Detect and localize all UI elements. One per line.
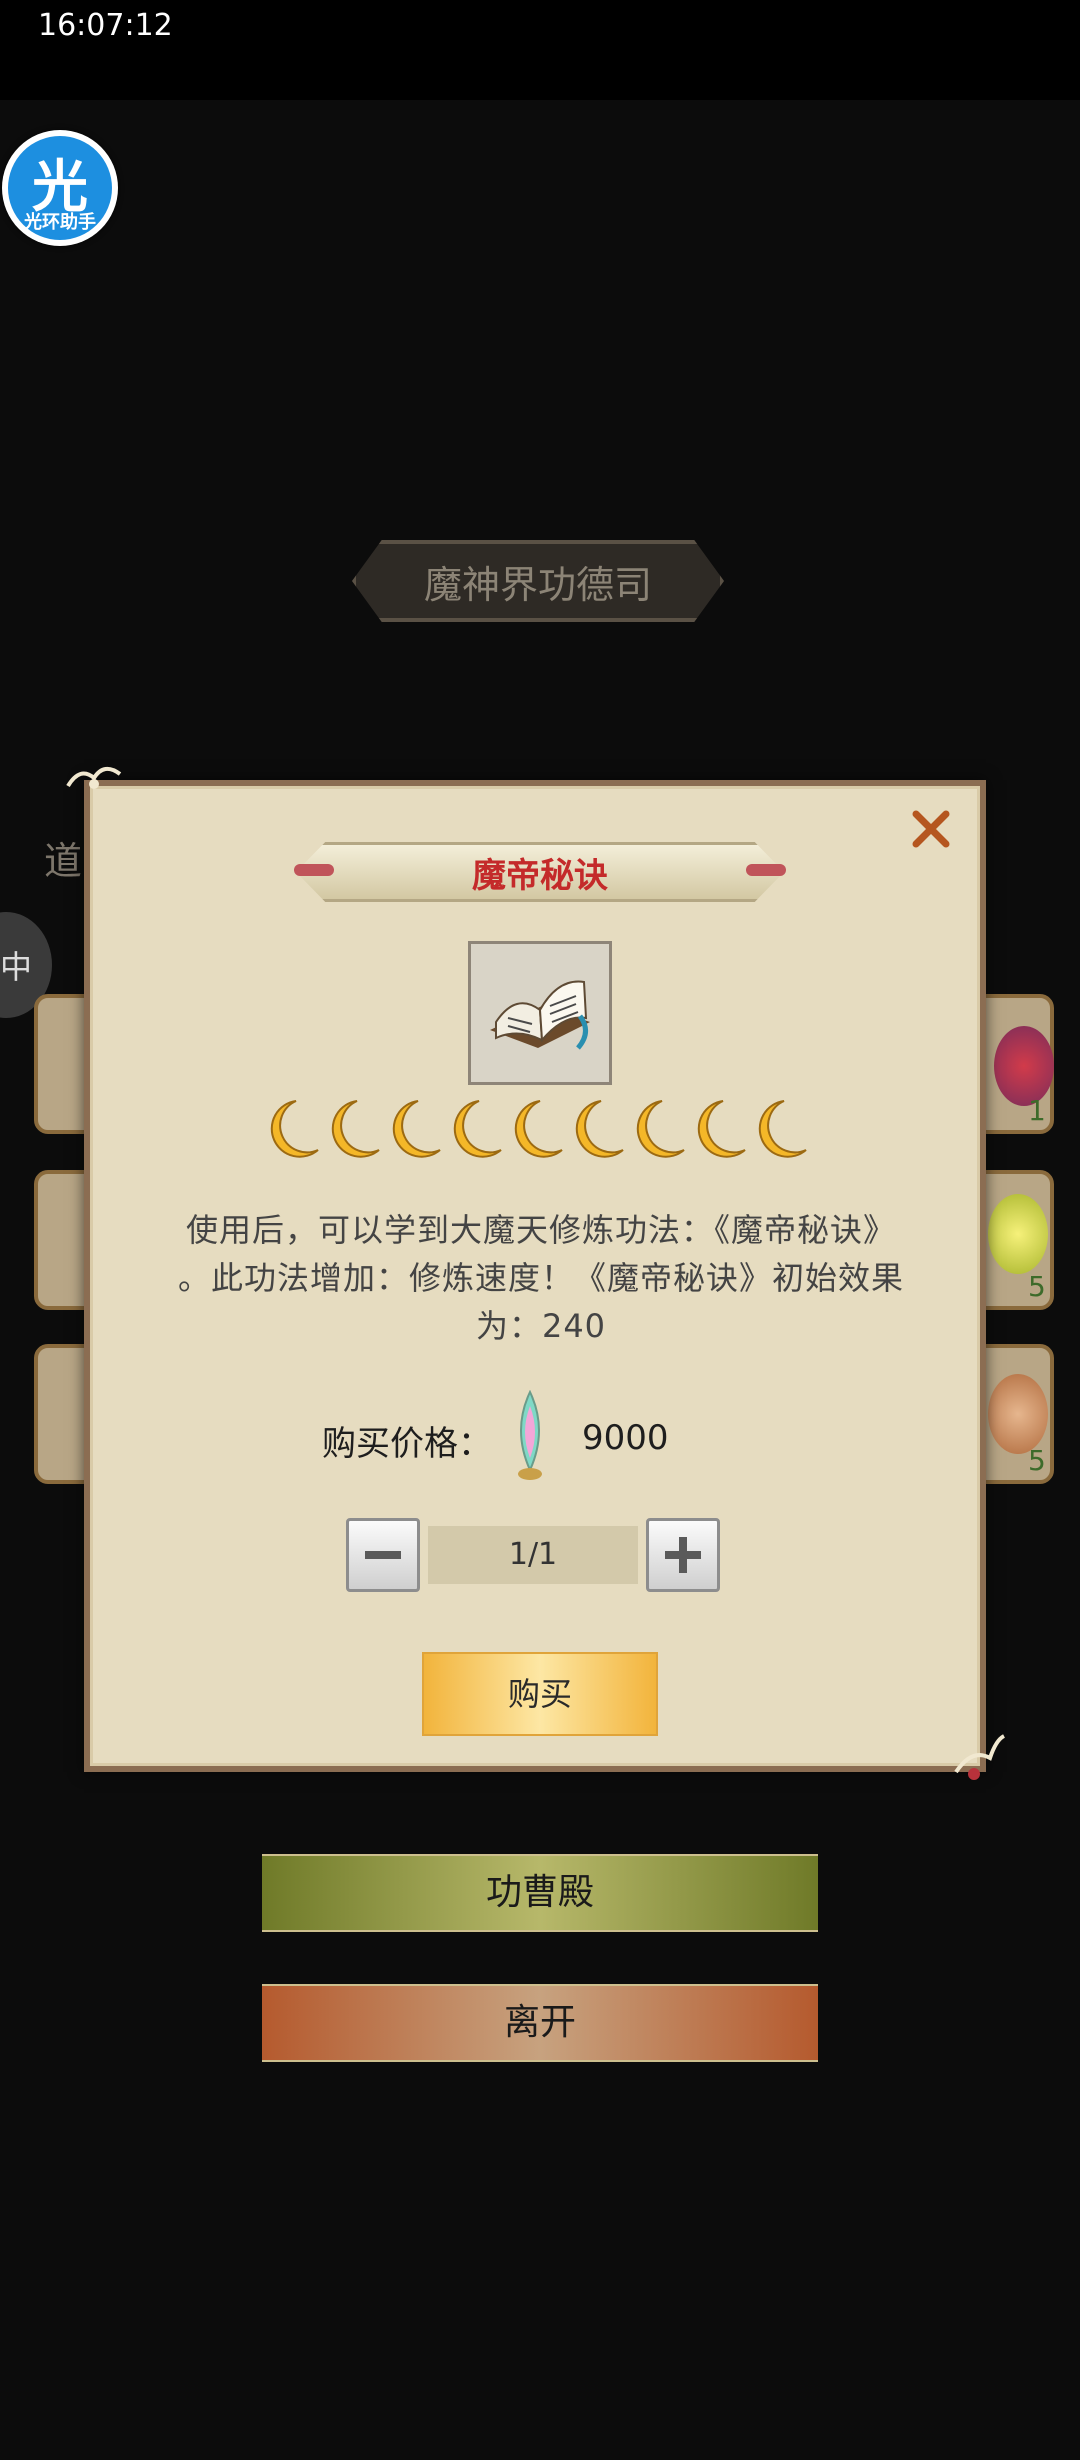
star-rating: [266, 1098, 814, 1162]
slot-count: 5: [1028, 1444, 1046, 1477]
moon-icon: [514, 1100, 563, 1158]
cloud-deco-icon: [64, 756, 124, 796]
quantity-field[interactable]: 1/1: [428, 1526, 638, 1584]
moon-icon: [270, 1100, 319, 1158]
price-value: 9000: [582, 1418, 669, 1458]
quantity-increase-button[interactable]: [646, 1518, 720, 1592]
plus-icon: [665, 1537, 701, 1573]
hall-button[interactable]: 功曹殿: [262, 1854, 818, 1932]
item-description: 使用后，可以学到大魔天修炼功法：《魔帝秘诀》 。此功法增加：修炼速度！《魔帝秘诀…: [146, 1206, 936, 1350]
moon-icon: [697, 1100, 746, 1158]
bg-page-title: 魔神界功德司: [423, 563, 652, 607]
bg-side-button-label: 中: [0, 948, 33, 986]
slot-count: 1: [1028, 1094, 1046, 1127]
moon-icon: [392, 1100, 441, 1158]
minus-icon: [365, 1551, 401, 1559]
description-line: 为：240: [475, 1307, 607, 1345]
description-line: 。此功法增加：修炼速度！《魔帝秘诀》初始效果: [177, 1259, 904, 1297]
moon-icon: [575, 1100, 624, 1158]
dialog-title: 魔帝秘诀: [472, 856, 608, 896]
status-bar: 16:07:12: [0, 0, 1080, 100]
helper-label: 光环助手: [24, 212, 96, 233]
moon-icon: [331, 1100, 380, 1158]
helper-badge[interactable]: 光 光环助手: [2, 130, 118, 246]
moon-icon: [636, 1100, 685, 1158]
status-time: 16:07:12: [38, 8, 173, 43]
helper-logo-icon: 光 光环助手: [8, 136, 112, 240]
bg-side-text: 道: [44, 839, 83, 883]
cloud-deco-icon: [950, 1728, 1010, 1780]
moon-icon: [453, 1100, 502, 1158]
gem-icon: [518, 1390, 542, 1480]
slot-count: 5: [1028, 1270, 1046, 1303]
description-line: 使用后，可以学到大魔天修炼功法：《魔帝秘诀》: [185, 1211, 896, 1249]
buy-button[interactable]: 购买: [422, 1652, 658, 1736]
item-icon: [988, 1374, 1048, 1454]
moon-icon: [758, 1100, 807, 1158]
quantity-decrease-button[interactable]: [346, 1518, 420, 1592]
price-label: 购买价格：: [322, 1424, 492, 1464]
leave-button[interactable]: 离开: [262, 1984, 818, 2062]
item-icon: [988, 1194, 1048, 1274]
book-icon: [490, 980, 590, 1050]
close-icon[interactable]: [908, 806, 954, 852]
